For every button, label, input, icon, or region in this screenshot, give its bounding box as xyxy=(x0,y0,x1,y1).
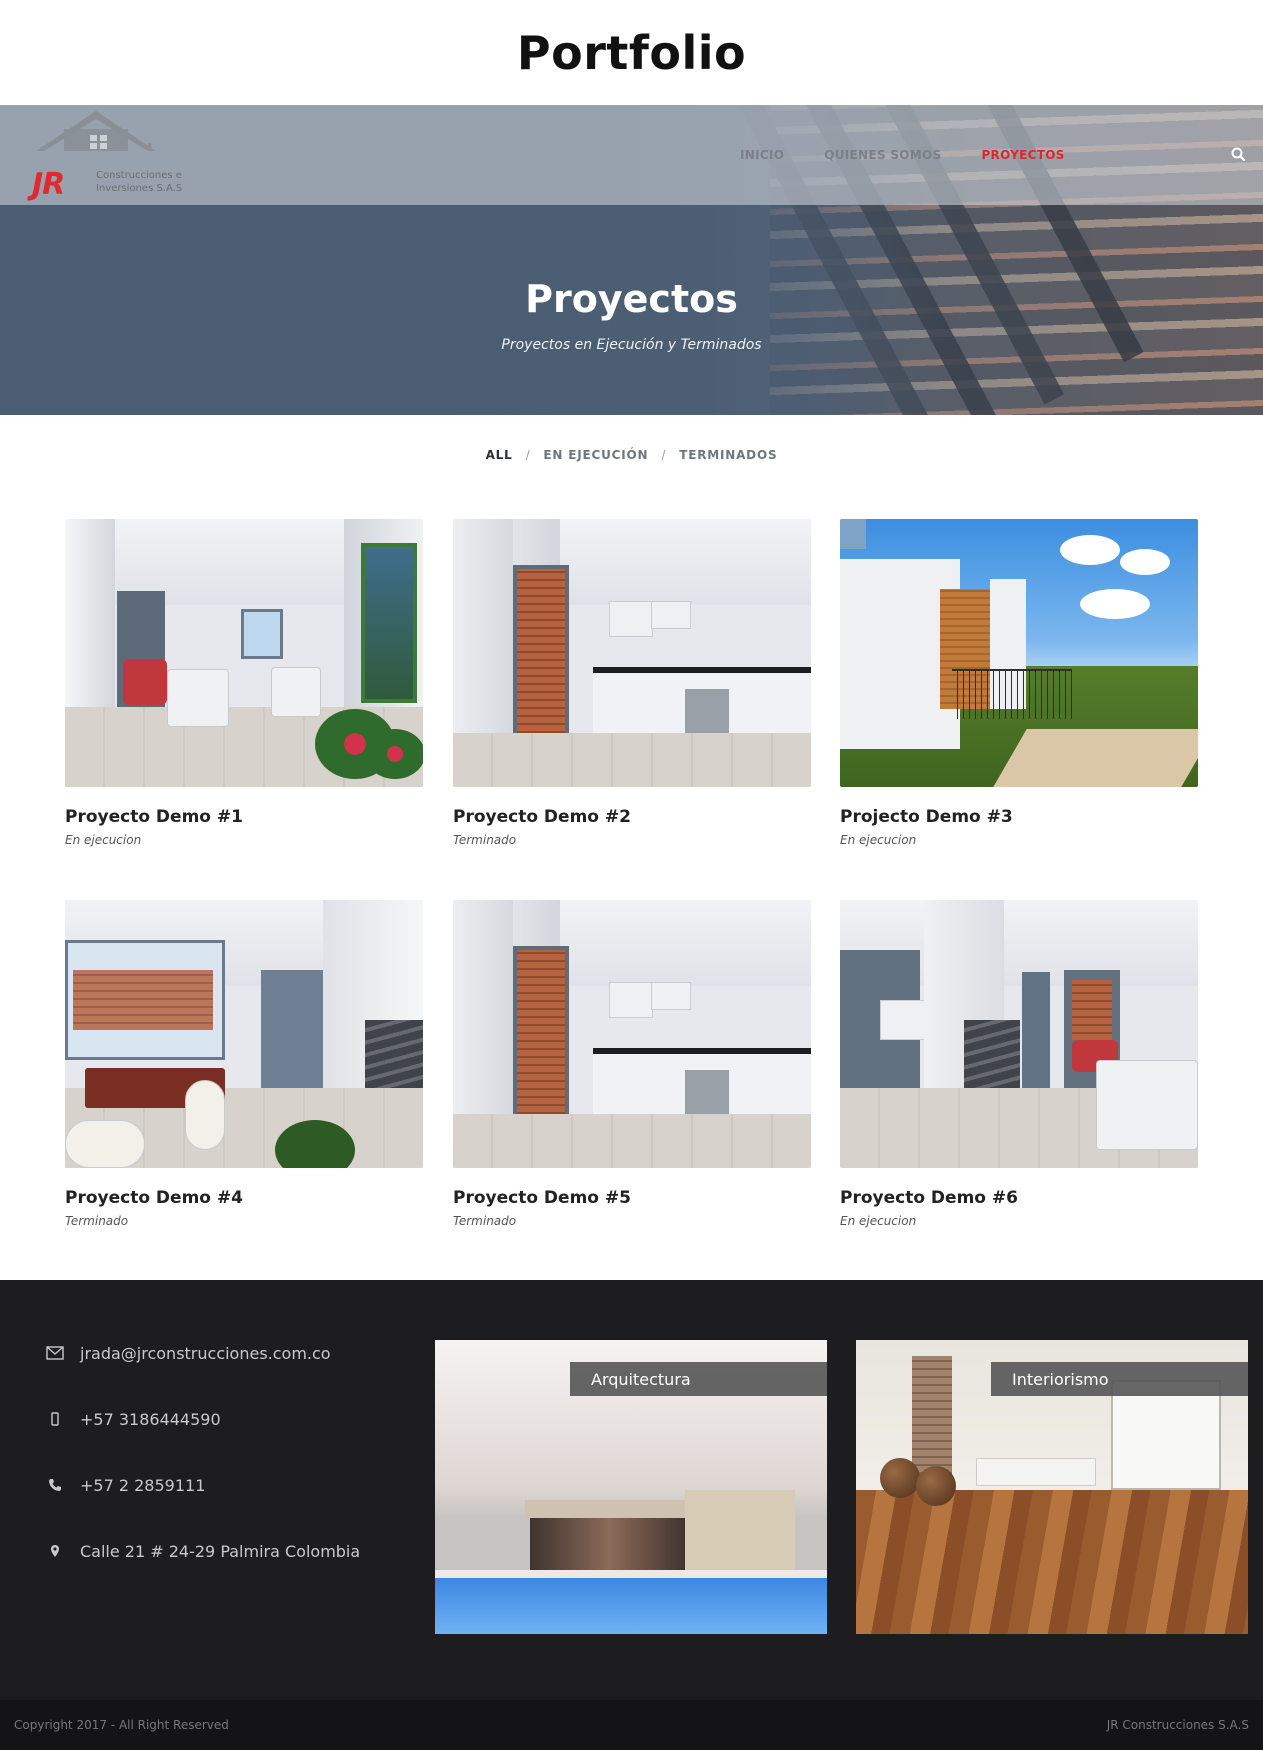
contact-mobile-text[interactable]: +57 3186444590 xyxy=(80,1410,221,1429)
nav-link-proyectos[interactable]: PROYECTOS xyxy=(981,148,1064,162)
copyright-text: Copyright 2017 - All Right Reserved xyxy=(14,1718,229,1732)
logo-wordmark: JR xyxy=(32,167,65,202)
project-card[interactable]: Proyecto Demo #1 En ejecucion xyxy=(65,519,423,847)
promo-label[interactable]: Arquitectura xyxy=(570,1362,827,1396)
search-icon[interactable] xyxy=(1229,145,1249,165)
footer: jrada@jrconstrucciones.com.co +57 318644… xyxy=(0,1280,1263,1700)
hero-subtitle: Proyectos en Ejecución y Terminados xyxy=(501,337,762,353)
project-card[interactable]: Projecto Demo #3 En ejecucion xyxy=(840,519,1198,847)
project-title[interactable]: Proyecto Demo #2 xyxy=(453,807,811,827)
project-image[interactable] xyxy=(840,519,1198,787)
project-status: Terminado xyxy=(453,1214,517,1228)
phone-icon xyxy=(44,1474,66,1496)
project-status: En ejecucion xyxy=(65,833,142,847)
project-title[interactable]: Proyecto Demo #1 xyxy=(65,807,423,827)
hero-title: Proyectos xyxy=(525,277,738,321)
project-title[interactable]: Proyecto Demo #6 xyxy=(840,1188,1198,1208)
copyright-bar: Copyright 2017 - All Right Reserved JR C… xyxy=(0,1700,1263,1750)
logo-subtitle: Construcciones e Inversiones S.A.S xyxy=(96,170,183,194)
contact-address[interactable]: Calle 21 # 24-29 Palmira Colombia xyxy=(44,1540,360,1562)
project-title[interactable]: Projecto Demo #3 xyxy=(840,807,1198,827)
filter-separator: / xyxy=(525,448,531,462)
contact-email-text[interactable]: jrada@jrconstrucciones.com.co xyxy=(80,1344,331,1363)
project-title[interactable]: Proyecto Demo #5 xyxy=(453,1188,811,1208)
envelope-icon xyxy=(44,1342,66,1364)
project-status: En ejecucion xyxy=(840,1214,917,1228)
project-image[interactable] xyxy=(65,519,423,787)
project-title[interactable]: Proyecto Demo #4 xyxy=(65,1188,423,1208)
project-status: En ejecucion xyxy=(840,833,917,847)
promo-label[interactable]: Interiorismo xyxy=(991,1362,1248,1396)
contact-phone-text[interactable]: +57 2 2859111 xyxy=(80,1476,205,1495)
project-card[interactable]: Proyecto Demo #6 En ejecucion xyxy=(840,900,1198,1228)
project-card[interactable]: Proyecto Demo #5 Terminado xyxy=(453,900,811,1228)
contact-mobile[interactable]: +57 3186444590 xyxy=(44,1408,221,1430)
logo[interactable]: JR Construcciones e Inversiones S.A.S xyxy=(30,107,190,203)
promo-arquitectura[interactable]: Arquitectura xyxy=(435,1340,827,1634)
project-card[interactable]: Proyecto Demo #4 Terminado xyxy=(65,900,423,1228)
nav-links: INICIO QUIENES SOMOS PROYECTOS xyxy=(740,105,1105,205)
project-image[interactable] xyxy=(453,900,811,1168)
promo-interiorismo[interactable]: Interiorismo xyxy=(856,1340,1248,1634)
filter-terminados[interactable]: TERMINADOS xyxy=(679,448,777,462)
contact-phone[interactable]: +57 2 2859111 xyxy=(44,1474,205,1496)
nav-link-inicio[interactable]: INICIO xyxy=(740,148,784,162)
contact-email[interactable]: jrada@jrconstrucciones.com.co xyxy=(44,1342,331,1364)
page-title: Portfolio xyxy=(516,25,747,80)
portfolio-filter: ALL / EN EJECUCIÓN / TERMINADOS xyxy=(0,448,1263,462)
mobile-phone-icon xyxy=(44,1408,66,1430)
navigation-bar: JR Construcciones e Inversiones S.A.S IN… xyxy=(0,105,1263,205)
company-name: JR Construcciones S.A.S xyxy=(1106,1718,1249,1732)
project-image[interactable] xyxy=(453,519,811,787)
filter-all[interactable]: ALL xyxy=(486,448,513,462)
hero-banner: JR Construcciones e Inversiones S.A.S IN… xyxy=(0,105,1263,415)
project-status: Terminado xyxy=(65,1214,129,1228)
filter-separator: / xyxy=(661,448,667,462)
project-status: Terminado xyxy=(453,833,517,847)
contact-address-text[interactable]: Calle 21 # 24-29 Palmira Colombia xyxy=(80,1542,360,1561)
house-logo-icon xyxy=(36,111,156,151)
project-image[interactable] xyxy=(65,900,423,1168)
nav-link-quienes-somos[interactable]: QUIENES SOMOS xyxy=(824,148,941,162)
map-marker-icon xyxy=(44,1540,66,1562)
project-image[interactable] xyxy=(840,900,1198,1168)
project-card[interactable]: Proyecto Demo #2 Terminado xyxy=(453,519,811,847)
filter-en-ejecucion[interactable]: EN EJECUCIÓN xyxy=(543,448,648,462)
